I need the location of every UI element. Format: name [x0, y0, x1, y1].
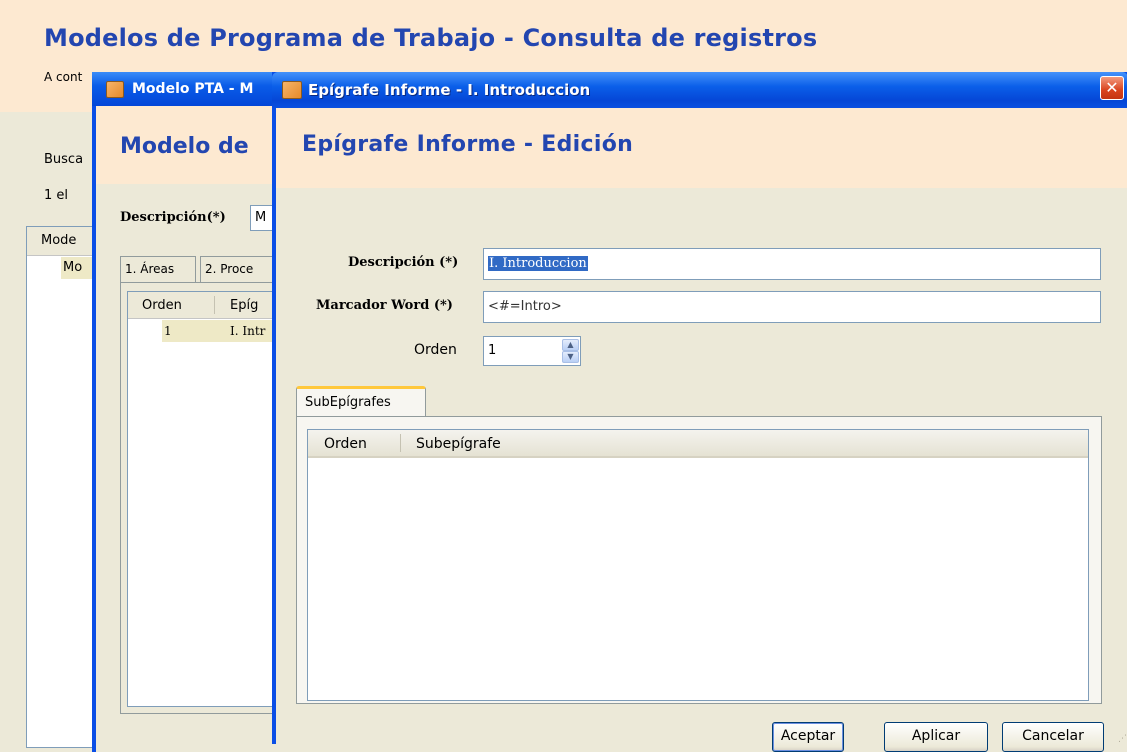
subepigrafes-table-header: Orden Subepígrafe — [308, 430, 1088, 458]
spinner-up-icon[interactable]: ▲ — [562, 339, 579, 351]
column-header-orden[interactable]: Orden — [142, 298, 182, 313]
marker-label: Marcador Word (*) — [316, 298, 453, 313]
order-value: 1 — [488, 343, 497, 358]
tab-procedimientos[interactable]: 2. Proce — [200, 256, 280, 282]
order-label: Orden — [414, 342, 457, 358]
epigrafe-window-titlebar[interactable]: Epígrafe Informe - I. Introduccion ✕ — [272, 72, 1127, 108]
marker-word-field[interactable]: <#=Intro> — [483, 291, 1101, 323]
column-header-subepigrafe[interactable]: Subepígrafe — [416, 436, 501, 452]
spinner-down-icon[interactable]: ▼ — [562, 351, 579, 363]
description-value: I. Introduccion — [488, 256, 588, 271]
epigrafe-window-client: Epígrafe Informe - Edición Descripción (… — [276, 108, 1127, 752]
column-separator — [214, 296, 215, 314]
result-count: 1 el — [44, 188, 69, 203]
order-spinner[interactable]: 1 ▲ ▼ — [483, 336, 581, 366]
epigrafe-window-title: Epígrafe Informe - I. Introduccion — [308, 81, 591, 99]
app-window-icon — [282, 81, 302, 99]
app-window-icon — [106, 81, 124, 98]
close-icon[interactable]: ✕ — [1100, 76, 1124, 100]
resize-grip-icon[interactable]: ⋰ — [1118, 734, 1127, 744]
description-label: Descripción (*) — [348, 255, 459, 270]
apply-button[interactable]: Aplicar — [884, 722, 988, 752]
row-orden-cell: 1 — [164, 324, 172, 338]
epigrafe-informe-window: Epígrafe Informe - I. Introduccion ✕ Epí… — [272, 72, 1127, 752]
search-label: Busca — [44, 152, 84, 167]
column-header-modelo[interactable]: Mode — [41, 233, 76, 248]
row-epigrafe-cell: I. Intr — [230, 324, 266, 338]
accept-button[interactable]: Aceptar — [772, 722, 844, 752]
column-header-epigrafe[interactable]: Epíg — [230, 298, 258, 313]
tab-subepigrafes[interactable]: SubEpígrafes — [296, 386, 426, 418]
row-text: Mo — [63, 260, 83, 275]
tab-areas[interactable]: 1. Áreas — [120, 256, 196, 282]
epigrafe-heading: Epígrafe Informe - Edición — [302, 132, 634, 157]
spinner-arrows: ▲ ▼ — [562, 339, 579, 363]
marker-value: <#=Intro> — [488, 299, 562, 314]
subepigrafes-table[interactable]: Orden Subepígrafe — [307, 429, 1089, 701]
column-header-orden[interactable]: Orden — [324, 436, 367, 452]
modelo-description-label: Descripción(*) — [120, 210, 226, 225]
cancel-button[interactable]: Cancelar — [1002, 722, 1104, 752]
subepigrafes-panel: Orden Subepígrafe — [296, 416, 1102, 704]
column-separator — [400, 434, 401, 452]
modelo-heading: Modelo de — [120, 134, 249, 159]
modelo-window-title: Modelo PTA - M — [132, 81, 254, 97]
page-title: Modelos de Programa de Trabajo - Consult… — [44, 24, 818, 52]
description-field[interactable]: I. Introduccion — [483, 248, 1101, 280]
page-intro-text: A cont — [44, 70, 83, 84]
